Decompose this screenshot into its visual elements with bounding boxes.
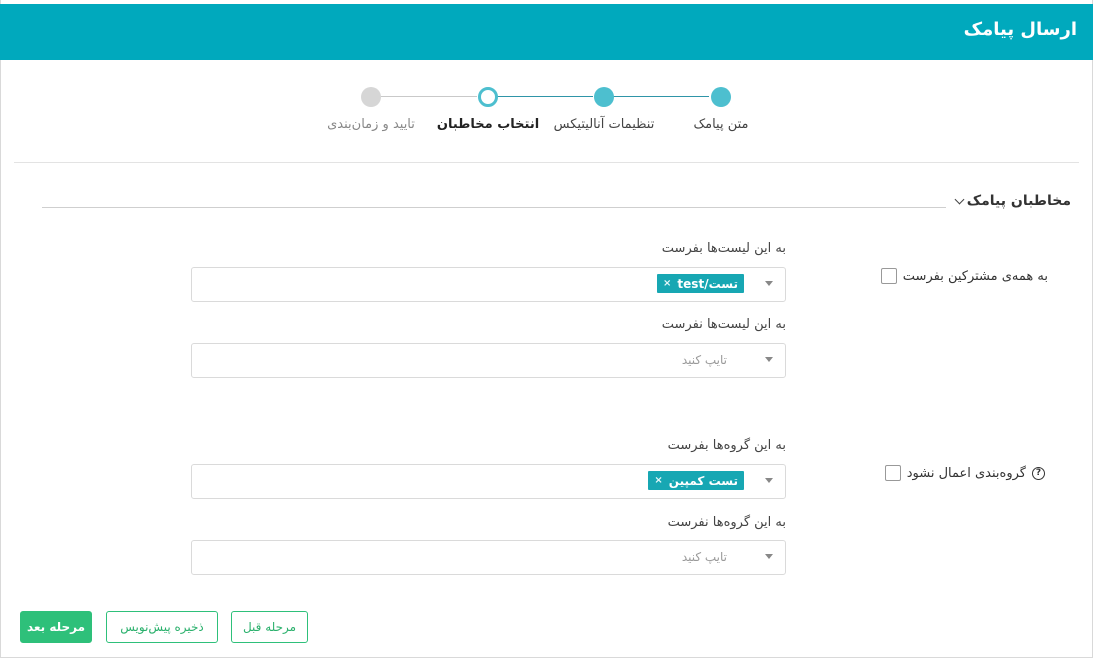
exclude-lists-select[interactable]: تایپ کنید	[191, 343, 786, 378]
remove-tag-icon[interactable]: ×	[654, 475, 662, 486]
send-groups-label: به این گروه‌ها بفرست	[667, 438, 786, 453]
chevron-down-icon	[954, 194, 965, 205]
caret-down-icon	[765, 554, 773, 559]
step-2-dot	[594, 87, 614, 107]
help-icon[interactable]: ?	[1032, 466, 1045, 480]
send-lists-label: به این لیست‌ها بفرست	[661, 241, 786, 256]
selected-list-tag: تست/test ×	[657, 274, 744, 293]
step-3-label: انتخاب مخاطبان	[436, 117, 540, 132]
send-lists-select[interactable]: تست/test ×	[191, 267, 786, 302]
send-groups-select[interactable]: تست کمپین ×	[191, 464, 786, 499]
save-draft-button[interactable]: ذخیره پیش‌نویس	[106, 611, 218, 643]
exclude-groups-placeholder: تایپ کنید	[681, 550, 727, 564]
selected-group-tag: تست کمپین ×	[648, 471, 744, 490]
step-connector	[497, 96, 593, 97]
step-connector	[613, 96, 709, 97]
step-4-label: تایید و زمان‌بندی	[327, 117, 415, 132]
no-grouping-label: گروه‌بندی اعمال نشود	[906, 465, 1026, 481]
all-subscribers-option[interactable]: به همه‌ی مشترکین بفرست	[880, 268, 1048, 284]
section-divider	[42, 207, 946, 208]
step-3-dot	[478, 87, 498, 107]
all-subscribers-label: به همه‌ی مشترکین بفرست	[902, 268, 1048, 284]
all-subscribers-checkbox[interactable]	[880, 268, 897, 284]
previous-step-button[interactable]: مرحله قبل	[231, 611, 308, 643]
next-step-button[interactable]: مرحله بعد	[20, 611, 92, 643]
remove-tag-icon[interactable]: ×	[663, 278, 671, 289]
exclude-groups-label: به این گروه‌ها نفرست	[667, 515, 786, 530]
step-connector	[381, 96, 477, 97]
caret-down-icon	[765, 281, 773, 286]
divider	[14, 162, 1079, 163]
tag-label: تست/test	[677, 276, 738, 291]
no-grouping-option[interactable]: ? گروه‌بندی اعمال نشود	[884, 465, 1045, 481]
step-2-label: تنظیمات آنالیتیکس	[553, 117, 655, 132]
no-grouping-checkbox[interactable]	[884, 465, 901, 481]
step-1-label: متن پیامک	[693, 117, 749, 132]
exclude-lists-label: به این لیست‌ها نفرست	[661, 317, 786, 332]
section-title: مخاطبان پیامک	[966, 193, 1071, 209]
tag-label: تست کمپین	[668, 473, 738, 488]
section-toggle[interactable]: مخاطبان پیامک	[952, 193, 1071, 209]
stepper: متن پیامک تنظیمات آنالیتیکس انتخاب مخاطب…	[0, 0, 1093, 140]
step-1-dot	[711, 87, 731, 107]
step-4-dot	[361, 87, 381, 107]
exclude-groups-select[interactable]: تایپ کنید	[191, 540, 786, 575]
exclude-lists-placeholder: تایپ کنید	[681, 353, 727, 367]
caret-down-icon	[765, 357, 773, 362]
caret-down-icon	[765, 478, 773, 483]
